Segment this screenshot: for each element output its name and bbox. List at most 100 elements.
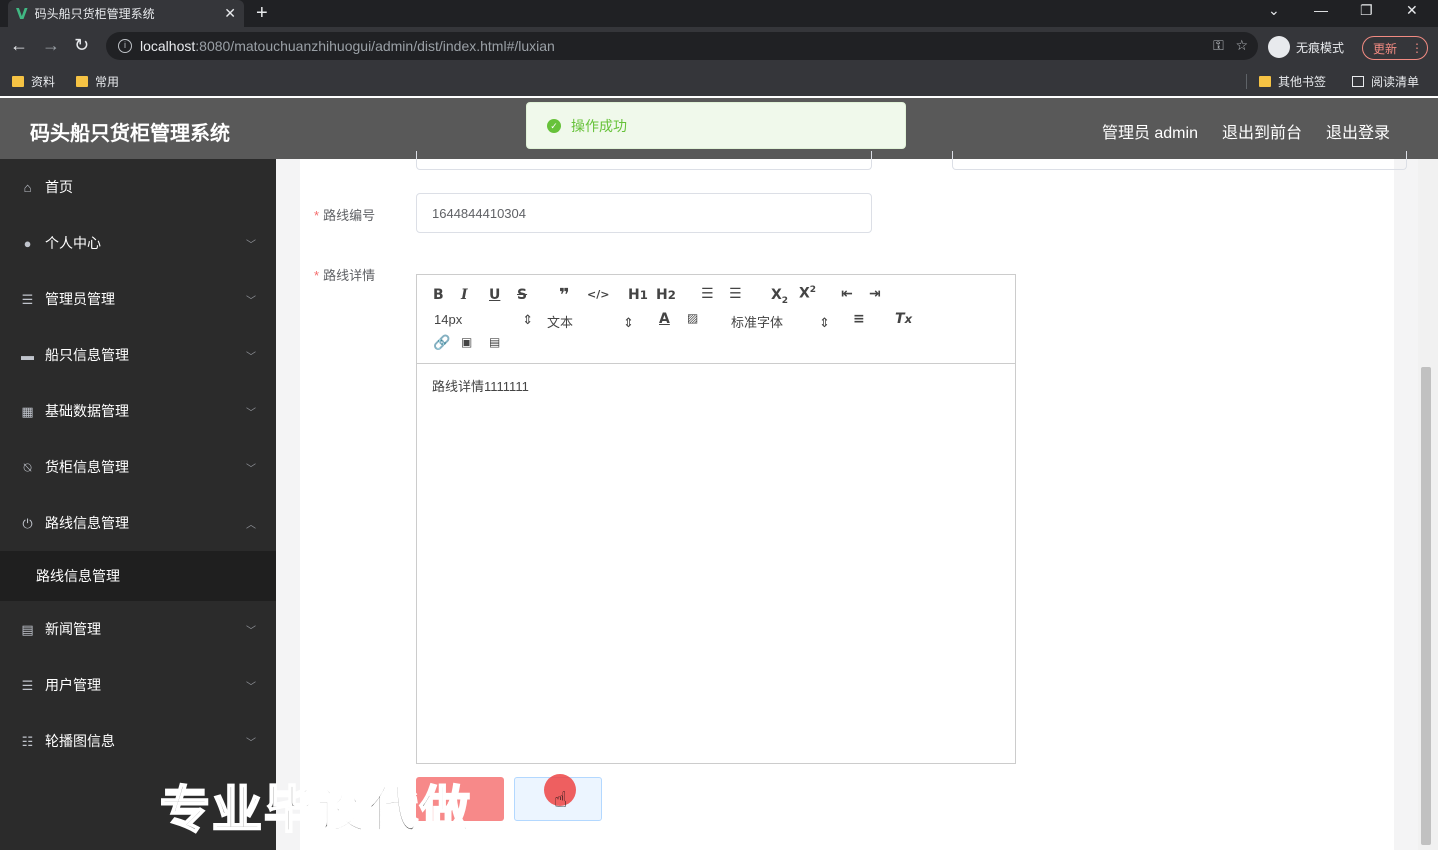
chevron-down-icon: ﹀	[246, 351, 256, 363]
forward-icon[interactable]: →	[42, 35, 60, 56]
update-button[interactable]: 更新 ⋮	[1362, 36, 1428, 60]
vue-favicon-icon: V	[16, 4, 28, 23]
home-icon: ⌂	[23, 179, 32, 195]
bookmarks-bar: 资料 常用 其他书签 阅读清单	[0, 66, 1438, 96]
bookmark-folder[interactable]: 资料	[12, 73, 55, 90]
h1-icon[interactable]: H1	[628, 287, 648, 303]
back-icon[interactable]: ←	[10, 35, 28, 56]
sidebar-item-basic-data[interactable]: ▦ 基础数据管理 ﹀	[0, 383, 276, 439]
sidebar-item-label: 路线信息管理	[45, 515, 129, 531]
incognito-icon	[1268, 36, 1290, 58]
sidebar: ⌂ 首页 ● 个人中心 ﹀ ☰ 管理员管理 ﹀ ▬ 船只信息管理 ﹀ ▦ 基础数…	[0, 159, 276, 850]
link-icon[interactable]: 🔗	[433, 335, 450, 351]
strike-icon[interactable]: S	[517, 287, 527, 303]
sidebar-item-admins[interactable]: ☰ 管理员管理 ﹀	[0, 271, 276, 327]
sidebar-item-label: 首页	[45, 179, 73, 195]
incognito-indicator[interactable]: 无痕模式	[1268, 36, 1344, 58]
folder-icon	[1259, 76, 1271, 87]
blockquote-icon[interactable]: ❞	[559, 285, 570, 306]
sidebar-item-users[interactable]: ☰ 用户管理 ﹀	[0, 657, 276, 713]
sidebar-item-news[interactable]: ▤ 新闻管理 ﹀	[0, 601, 276, 657]
bold-icon[interactable]: B	[433, 287, 444, 303]
sidebar-item-containers[interactable]: ⍉ 货柜信息管理 ﹀	[0, 439, 276, 495]
font-color-icon[interactable]: A	[659, 311, 670, 327]
success-toast: ✓ 操作成功	[526, 102, 906, 149]
italic-icon[interactable]: I	[461, 287, 468, 303]
restore-icon[interactable]: ❐	[1360, 2, 1373, 19]
superscript-icon[interactable]: X2	[799, 285, 816, 302]
align-icon[interactable]: ≡	[853, 311, 865, 327]
site-info-icon[interactable]: i	[118, 39, 132, 53]
header-type-select[interactable]: 文本 ⇕	[547, 312, 634, 331]
sidebar-item-label: 货柜信息管理	[45, 459, 129, 475]
new-tab-icon[interactable]: +	[256, 2, 268, 25]
list-icon: ☰	[21, 677, 34, 693]
route-no-input[interactable]: 1644844410304	[416, 193, 872, 233]
reload-icon[interactable]: ↻	[74, 35, 89, 56]
sliders-icon: ☷	[21, 733, 34, 749]
h2-icon[interactable]: H2	[656, 287, 676, 303]
sidebar-item-label: 用户管理	[45, 677, 101, 693]
url-input[interactable]: i localhost :8080/matouchuanzhihuogui/ad…	[106, 32, 1258, 60]
sidebar-subitem-label: 路线信息管理	[36, 568, 120, 584]
indent-icon[interactable]: ⇥	[869, 286, 881, 302]
subscript-icon[interactable]: X2	[771, 287, 788, 306]
sidebar-item-profile[interactable]: ● 个人中心 ﹀	[0, 215, 276, 271]
page-scrollbar[interactable]	[1418, 159, 1438, 850]
key-and-star-icon[interactable]: ⚿ ☆	[1213, 37, 1248, 54]
bookmark-folder[interactable]: 常用	[76, 73, 119, 90]
logout-link[interactable]: 退出登录	[1326, 119, 1390, 143]
bookmark-label: 常用	[95, 75, 120, 89]
font-family-select[interactable]: 标准字体 ⇕	[731, 312, 830, 331]
minimize-icon[interactable]: —	[1314, 2, 1328, 18]
sidebar-item-label: 船只信息管理	[45, 347, 129, 363]
rich-text-editor: B I U S ❞ </> H1 H2 ☰ ☰ X2 X2 ⇤ ⇥ 14px ⇕ …	[416, 274, 1016, 764]
editor-toolbar: B I U S ❞ </> H1 H2 ☰ ☰ X2 X2 ⇤ ⇥ 14px ⇕ …	[417, 275, 1015, 364]
scrollbar-thumb[interactable]	[1421, 367, 1431, 845]
sidebar-item-carousel[interactable]: ☷ 轮播图信息 ﹀	[0, 713, 276, 769]
previous-input-field[interactable]	[416, 151, 872, 170]
video-icon[interactable]: ▤	[489, 335, 500, 349]
chevron-up-icon: ︿	[246, 519, 256, 531]
url-host: localhost	[140, 38, 196, 54]
browser-tab[interactable]: V 码头船只货柜管理系统 ✕	[8, 0, 244, 27]
route-no-label: * 路线编号	[314, 208, 376, 223]
previous-input-field[interactable]	[952, 151, 1407, 170]
success-check-icon: ✓	[547, 118, 561, 133]
code-block-icon[interactable]: </>	[587, 288, 609, 301]
folder-icon	[12, 76, 24, 87]
close-window-icon[interactable]: ✕	[1406, 2, 1418, 19]
sidebar-item-ships[interactable]: ▬ 船只信息管理 ﹀	[0, 327, 276, 383]
power-icon: ⏻	[22, 515, 33, 531]
image-icon[interactable]: ▣	[461, 335, 472, 349]
folder-icon	[76, 76, 88, 87]
reading-list[interactable]: 阅读清单	[1352, 73, 1419, 90]
chevron-down-icon: ﹀	[246, 295, 256, 307]
clear-format-icon[interactable]: Tx	[895, 311, 912, 327]
ordered-list-icon[interactable]: ☰	[701, 286, 714, 302]
other-bookmarks-label: 其他书签	[1278, 75, 1327, 89]
sidebar-subitem-routes[interactable]: 路线信息管理	[0, 551, 276, 601]
reading-list-icon	[1352, 76, 1364, 87]
editor-content[interactable]: 路线详情1111111	[417, 364, 1015, 407]
background-color-icon[interactable]: ▨	[687, 311, 698, 325]
other-bookmarks[interactable]: 其他书签	[1259, 73, 1326, 90]
ship-icon: ▬	[21, 347, 34, 363]
font-size-select[interactable]: 14px ⇕	[434, 312, 533, 328]
underline-icon[interactable]: U	[489, 287, 500, 303]
outdent-icon[interactable]: ⇤	[841, 286, 853, 302]
url-path: :8080/matouchuanzhihuogui/admin/dist/ind…	[195, 38, 555, 54]
sidebar-item-home[interactable]: ⌂ 首页	[0, 159, 276, 215]
tab-close-icon[interactable]: ✕	[224, 5, 236, 22]
bullet-list-icon[interactable]: ☰	[729, 286, 742, 302]
bookmark-divider	[1246, 74, 1247, 89]
toast-message: 操作成功	[571, 117, 627, 134]
form-card: * 路线编号 1644844410304 * 路线详情 B I U S ❞ </> …	[300, 151, 1407, 850]
grid-icon: ▦	[21, 403, 34, 419]
list-icon: ☰	[21, 291, 34, 307]
tab-search-icon[interactable]: ⌄	[1268, 2, 1280, 19]
sidebar-item-label: 管理员管理	[45, 291, 115, 307]
sidebar-item-routes[interactable]: ⏻ 路线信息管理 ︿	[0, 495, 276, 551]
app-title: 码头船只货柜管理系统	[30, 123, 230, 145]
front-page-link[interactable]: 退出到前台	[1222, 119, 1302, 143]
